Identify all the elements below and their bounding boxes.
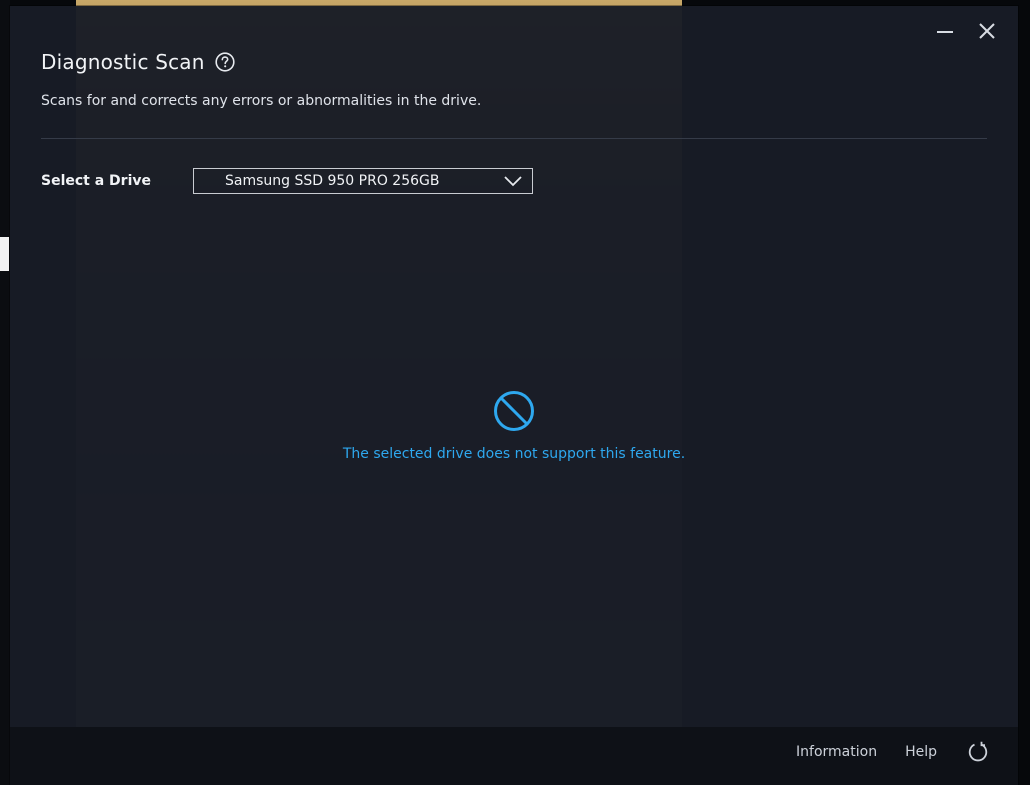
dialog-footer: Information Help	[10, 727, 1018, 785]
window-controls	[934, 20, 998, 42]
header-divider	[41, 138, 987, 139]
chevron-down-icon	[502, 173, 524, 189]
background-window-edge	[0, 0, 10, 785]
screen: Diagnostic Scan Scans for and corrects a…	[0, 0, 1030, 785]
background-sidebar-indicator	[0, 237, 9, 271]
no-entry-icon	[493, 390, 535, 432]
minimize-icon	[937, 31, 953, 33]
drive-select-value: Samsung SSD 950 PRO 256GB	[225, 173, 440, 189]
footer-links: Information Help	[796, 741, 989, 763]
close-icon	[979, 23, 995, 39]
drive-select-dropdown[interactable]: Samsung SSD 950 PRO 256GB	[193, 168, 533, 194]
refresh-button[interactable]	[967, 741, 989, 763]
status-message: The selected drive does not support this…	[342, 446, 686, 462]
title-help-button[interactable]	[215, 52, 235, 72]
minimize-button[interactable]	[934, 20, 956, 42]
page-description: Scans for and corrects any errors or abn…	[41, 93, 482, 109]
drive-select-label: Select a Drive	[41, 173, 152, 189]
information-link[interactable]: Information	[796, 744, 877, 760]
close-button[interactable]	[976, 20, 998, 42]
title-row: Diagnostic Scan	[41, 50, 235, 74]
refresh-icon	[968, 741, 988, 762]
diagnostic-scan-dialog: Diagnostic Scan Scans for and corrects a…	[10, 6, 1018, 785]
page-title: Diagnostic Scan	[41, 50, 205, 74]
unsupported-status: The selected drive does not support this…	[10, 390, 1018, 462]
question-mark-icon	[215, 52, 235, 72]
help-link[interactable]: Help	[905, 744, 937, 760]
